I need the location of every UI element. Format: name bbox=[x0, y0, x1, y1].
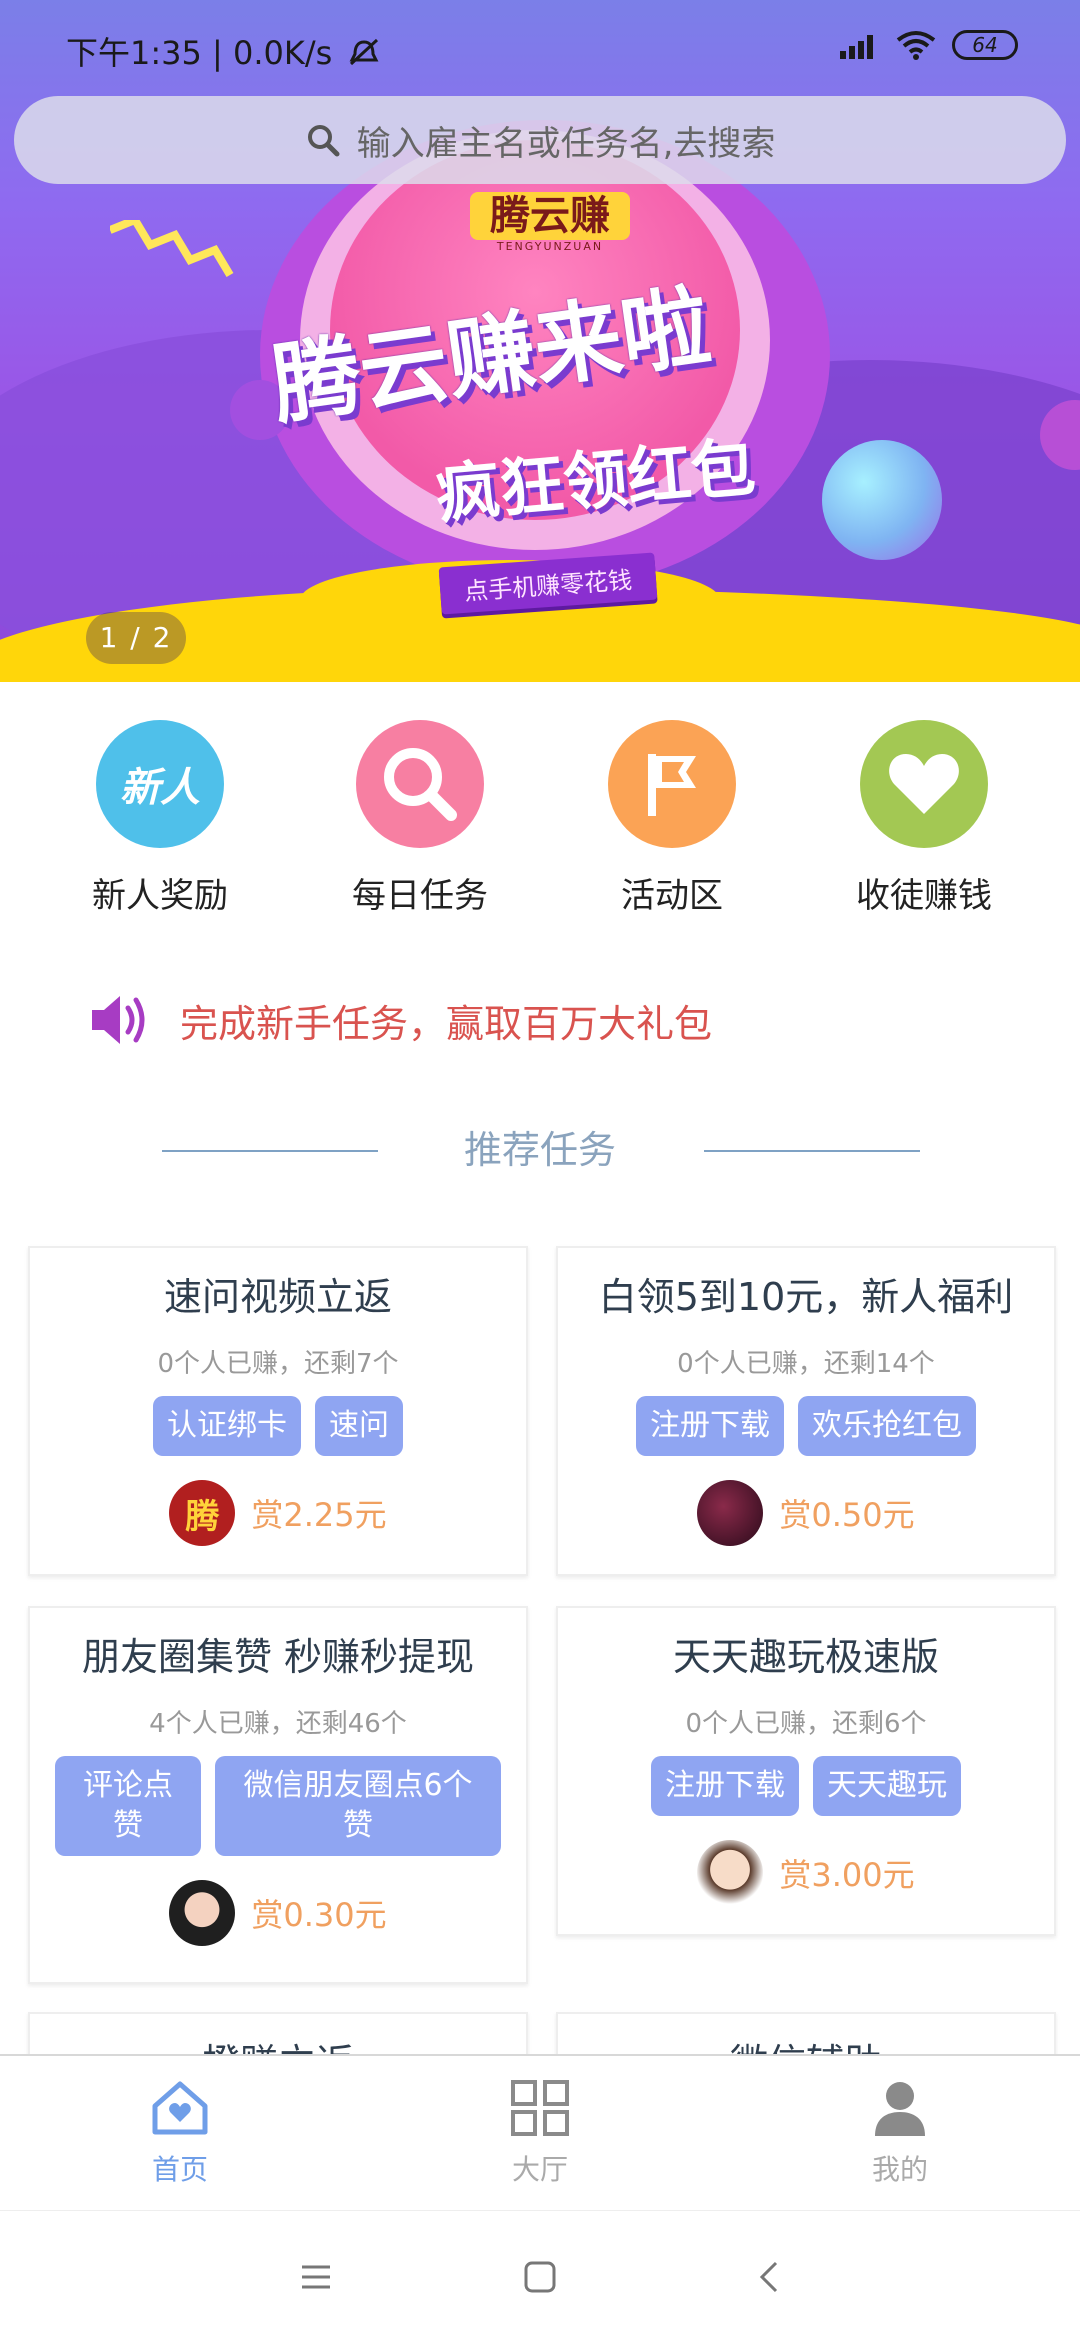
banner-logo: 腾云赚 TENGYUNZUAN bbox=[470, 192, 630, 258]
task-stats: 0个人已赚，还剩7个 bbox=[157, 1349, 399, 1379]
flag-glyph bbox=[648, 754, 696, 816]
mute-bell-icon bbox=[349, 38, 378, 66]
task-tag: 认证绑卡 bbox=[153, 1396, 301, 1456]
new-user-icon: 新人 bbox=[96, 720, 224, 848]
category-row: 新人 新人奖励 每日任务 活动区 收徒赚钱 bbox=[0, 720, 1080, 920]
search-bar[interactable]: 输入雇主名或任务名,去搜索 bbox=[14, 96, 1066, 184]
reward-amount: 赏3.00元 bbox=[779, 1856, 915, 1894]
status-time-text: 下午1:35 | 0.0K/s bbox=[66, 34, 333, 72]
back-icon[interactable] bbox=[752, 2259, 788, 2295]
task-tags: 注册下载 天天趣玩 bbox=[558, 1756, 1054, 1816]
avatar bbox=[697, 1480, 764, 1546]
category-daily-tasks[interactable]: 每日任务 bbox=[310, 720, 530, 917]
speaker-icon bbox=[92, 996, 145, 1044]
home-icon bbox=[152, 2081, 208, 2135]
nav-label: 首页 bbox=[151, 2153, 208, 2186]
battery-icon: 64 bbox=[952, 30, 1018, 60]
task-card[interactable]: 天天趣玩极速版 0个人已赚，还剩6个 注册下载 天天趣玩 赏3.00元 bbox=[556, 1606, 1056, 1936]
signal-icon bbox=[840, 35, 873, 59]
home-button-icon[interactable] bbox=[522, 2259, 558, 2295]
task-title: 朋友圈集赞 秒赚秒提现 bbox=[81, 1635, 475, 1679]
heart-icon bbox=[860, 720, 988, 848]
section-title: 推荐任务 bbox=[463, 1128, 616, 1172]
reward-amount: 赏0.30元 bbox=[251, 1896, 387, 1934]
banner-page-indicator: 1 / 2 bbox=[86, 612, 186, 664]
nav-home[interactable]: 首页 bbox=[80, 2078, 280, 2188]
avatar-text: 腾 bbox=[185, 1496, 220, 1537]
search-placeholder: 输入雇主名或任务名,去搜索 bbox=[356, 123, 776, 164]
task-tag: 注册下载 bbox=[636, 1396, 784, 1456]
task-title: 速问视频立返 bbox=[163, 1275, 392, 1319]
task-card[interactable]: 白领5到10元，新人福利 0个人已赚，还剩14个 注册下载 欢乐抢红包 赏0.5… bbox=[556, 1246, 1056, 1576]
category-label: 每日任务 bbox=[352, 876, 488, 916]
category-label: 活动区 bbox=[621, 876, 723, 916]
nav-hall[interactable]: 大厅 bbox=[440, 2078, 640, 2188]
task-tags: 评论点赞 微信朋友圈点6个赞 bbox=[30, 1756, 526, 1856]
task-tag: 速问 bbox=[315, 1396, 403, 1456]
task-title: 天天趣玩极速版 bbox=[672, 1635, 939, 1679]
avatar bbox=[169, 1880, 236, 1946]
task-card[interactable]: 朋友圈集赞 秒赚秒提现 4个人已赚，还剩46个 评论点赞 微信朋友圈点6个赞 赏… bbox=[28, 1606, 528, 1984]
logo-text: 腾云赚 bbox=[470, 192, 630, 240]
category-new-user[interactable]: 新人 新人奖励 bbox=[50, 720, 270, 917]
menu-icon[interactable] bbox=[298, 2259, 334, 2295]
nav-label: 大厅 bbox=[511, 2153, 568, 2186]
category-label: 收徒赚钱 bbox=[856, 876, 992, 916]
notice-text: 完成新手任务，赢取百万大礼包 bbox=[180, 1001, 713, 1046]
category-label: 新人奖励 bbox=[92, 876, 228, 916]
system-nav-bar bbox=[0, 2210, 1080, 2340]
task-reward: 赏3.00元 bbox=[558, 1840, 1054, 1906]
task-stats: 0个人已赚，还剩6个 bbox=[685, 1709, 927, 1739]
magnifier-glyph bbox=[384, 748, 457, 821]
notice-bar[interactable]: 完成新手任务，赢取百万大礼包 bbox=[88, 990, 712, 1050]
zigzag-decoration bbox=[110, 220, 234, 278]
category-recruit[interactable]: 收徒赚钱 bbox=[814, 720, 1034, 917]
task-reward: 赏0.50元 bbox=[558, 1480, 1054, 1546]
flag-icon bbox=[608, 720, 736, 848]
bottom-nav: 首页 大厅 我的 bbox=[0, 2054, 1080, 2210]
task-stats: 0个人已赚，还剩14个 bbox=[677, 1349, 935, 1379]
task-tag: 注册下载 bbox=[651, 1756, 799, 1816]
task-tags: 注册下载 欢乐抢红包 bbox=[558, 1396, 1054, 1456]
status-time: 下午1:35 | 0.0K/s bbox=[66, 28, 381, 74]
avatar bbox=[697, 1840, 764, 1906]
task-card[interactable]: 速问视频立返 0个人已赚，还剩7个 认证绑卡 速问 腾 赏2.25元 bbox=[28, 1246, 528, 1576]
nav-label: 我的 bbox=[871, 2153, 928, 2186]
banner-bubble bbox=[822, 440, 942, 560]
category-activity[interactable]: 活动区 bbox=[562, 720, 782, 917]
heart-glyph bbox=[889, 754, 959, 814]
status-icons: 64 bbox=[840, 30, 1018, 60]
task-tag: 欢乐抢红包 bbox=[798, 1396, 976, 1456]
search-icon bbox=[356, 720, 484, 848]
nav-profile[interactable]: 我的 bbox=[800, 2078, 1000, 2188]
reward-amount: 赏2.25元 bbox=[251, 1496, 387, 1534]
task-tag: 评论点赞 bbox=[55, 1756, 201, 1856]
task-tag: 微信朋友圈点6个赞 bbox=[215, 1756, 501, 1856]
wifi-icon bbox=[896, 31, 936, 60]
status-bar: 下午1:35 | 0.0K/s 64 bbox=[0, 0, 1080, 96]
task-stats: 4个人已赚，还剩46个 bbox=[149, 1709, 407, 1739]
task-reward: 赏0.30元 bbox=[30, 1880, 526, 1946]
task-title: 白领5到10元，新人福利 bbox=[598, 1275, 1014, 1319]
avatar: 腾 bbox=[169, 1480, 236, 1546]
profile-icon bbox=[875, 2082, 925, 2136]
section-header: 推荐任务 bbox=[0, 1120, 1080, 1180]
task-reward: 腾 赏2.25元 bbox=[30, 1480, 526, 1546]
task-tags: 认证绑卡 速问 bbox=[30, 1396, 526, 1456]
new-user-icon-text: 新人 bbox=[120, 765, 200, 811]
search-icon bbox=[307, 125, 340, 157]
reward-amount: 赏0.50元 bbox=[779, 1496, 915, 1534]
grid-icon bbox=[511, 2080, 569, 2136]
task-tag: 天天趣玩 bbox=[813, 1756, 961, 1816]
logo-subtext: TENGYUNZUAN bbox=[496, 240, 604, 253]
